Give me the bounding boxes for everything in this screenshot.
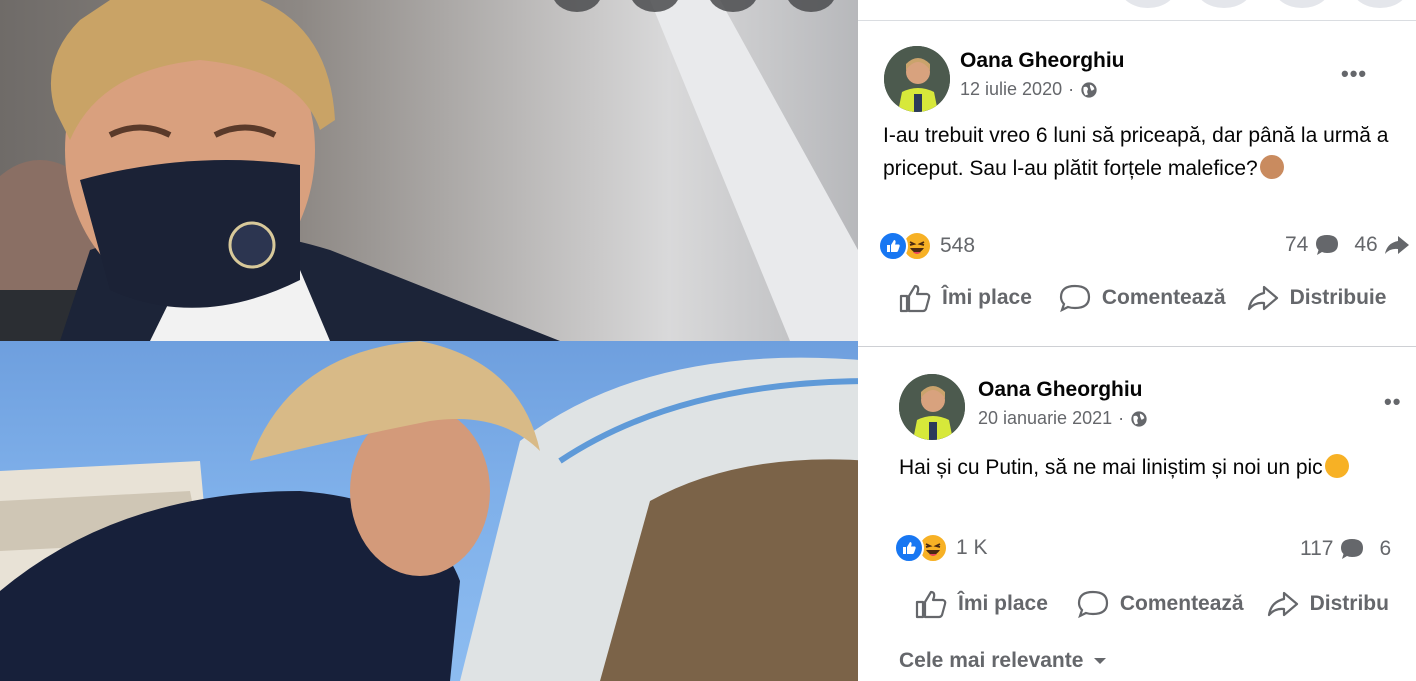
avatar-image [899,374,965,440]
nav-button[interactable] [1274,0,1330,8]
like-reaction-icon [894,533,924,563]
more-options-icon[interactable]: ••• [1341,61,1367,87]
comment-button[interactable]: Comentează [1076,589,1244,619]
post-actions: Îmi place Comentează Distribu [914,589,1389,619]
news-feed: Oana Gheorghiu 12 iulie 2020 · ••• I-au … [858,0,1416,681]
post-meta: 20 ianuarie 2021 · [978,408,1148,429]
engagement-counts: 117 6 [1300,537,1391,561]
post-author[interactable]: Oana Gheorghiu [978,378,1143,402]
post-text: Hai și cu Putin, să ne mai liniștim și n… [899,451,1416,484]
share-arrow-icon [1384,236,1409,254]
sort-label: Cele mai relevante [899,649,1084,672]
comment-icon [1077,590,1108,619]
post-text-content: Hai și cu Putin, să ne mai liniștim și n… [899,456,1323,479]
monkey-face-icon [1259,155,1284,179]
reaction-count: 1 K [956,536,988,559]
comment-button[interactable]: Comentează [1058,283,1226,313]
post-photo-airplane[interactable] [0,341,872,681]
post-text-content: I-au trebuit vreo 6 luni să priceapă, da… [883,124,1389,180]
thumbs-up-icon [915,590,947,619]
smiling-face-icon [1324,454,1349,478]
comment-count[interactable]: 74 [1285,233,1308,257]
reaction-count: 548 [940,234,976,257]
post-date[interactable]: 20 ianuarie 2021 [978,408,1112,429]
globe-icon [1131,410,1147,427]
like-label: Îmi place [958,592,1048,615]
post: Oana Gheorghiu 20 ianuarie 2021 · •• Hai… [874,347,1416,681]
nav-button[interactable] [1120,0,1176,8]
like-button[interactable]: Îmi place [914,589,1048,619]
reactions-summary[interactable]: 548 [878,231,975,261]
like-reaction-icon [878,231,908,261]
like-button[interactable]: Îmi place [898,283,1032,313]
photo-illustration [0,341,872,681]
share-button[interactable]: Distribuie [1246,283,1387,313]
post-photo-masked-man[interactable] [0,0,858,341]
comment-sort-dropdown[interactable]: Cele mai relevante [899,649,1107,673]
globe-icon [1081,81,1097,98]
share-icon [1247,285,1278,311]
meta-separator: · [1118,408,1125,428]
post-text: I-au trebuit vreo 6 luni să priceapă, da… [883,119,1413,185]
like-label: Îmi place [942,286,1032,309]
more-options-icon[interactable]: •• [1384,389,1401,415]
share-button[interactable]: Distribu [1266,589,1389,619]
comment-count[interactable]: 117 [1300,537,1333,561]
share-label: Distribuie [1289,286,1387,309]
share-icon [1267,591,1298,617]
avatar[interactable] [884,46,950,112]
reactions-summary[interactable]: 1 K [894,533,988,563]
share-count[interactable]: 46 [1354,233,1377,257]
caret-down-icon [1094,658,1107,664]
thumbs-up-icon [899,284,931,313]
post-author[interactable]: Oana Gheorghiu [960,49,1125,73]
share-count[interactable]: 6 [1379,537,1391,561]
comment-icon [1059,284,1090,313]
post: Oana Gheorghiu 12 iulie 2020 · ••• I-au … [858,21,1416,347]
comment-label: Comentează [1119,592,1244,615]
avatar[interactable] [899,374,965,440]
comment-bubble-icon [1316,235,1339,255]
nav-button[interactable] [1352,0,1408,8]
nav-button[interactable] [1196,0,1252,8]
post-actions: Îmi place Comentează Distribuie [898,283,1386,313]
share-label: Distribu [1309,592,1389,615]
avatar-image [884,46,950,112]
post-meta: 12 iulie 2020 · [960,79,1098,100]
engagement-counts: 74 46 [1285,233,1410,257]
photo-illustration [0,0,858,341]
comment-label: Comentează [1101,286,1226,309]
post-date[interactable]: 12 iulie 2020 [960,79,1062,100]
comment-bubble-icon [1341,539,1364,559]
meta-separator: · [1068,79,1075,99]
